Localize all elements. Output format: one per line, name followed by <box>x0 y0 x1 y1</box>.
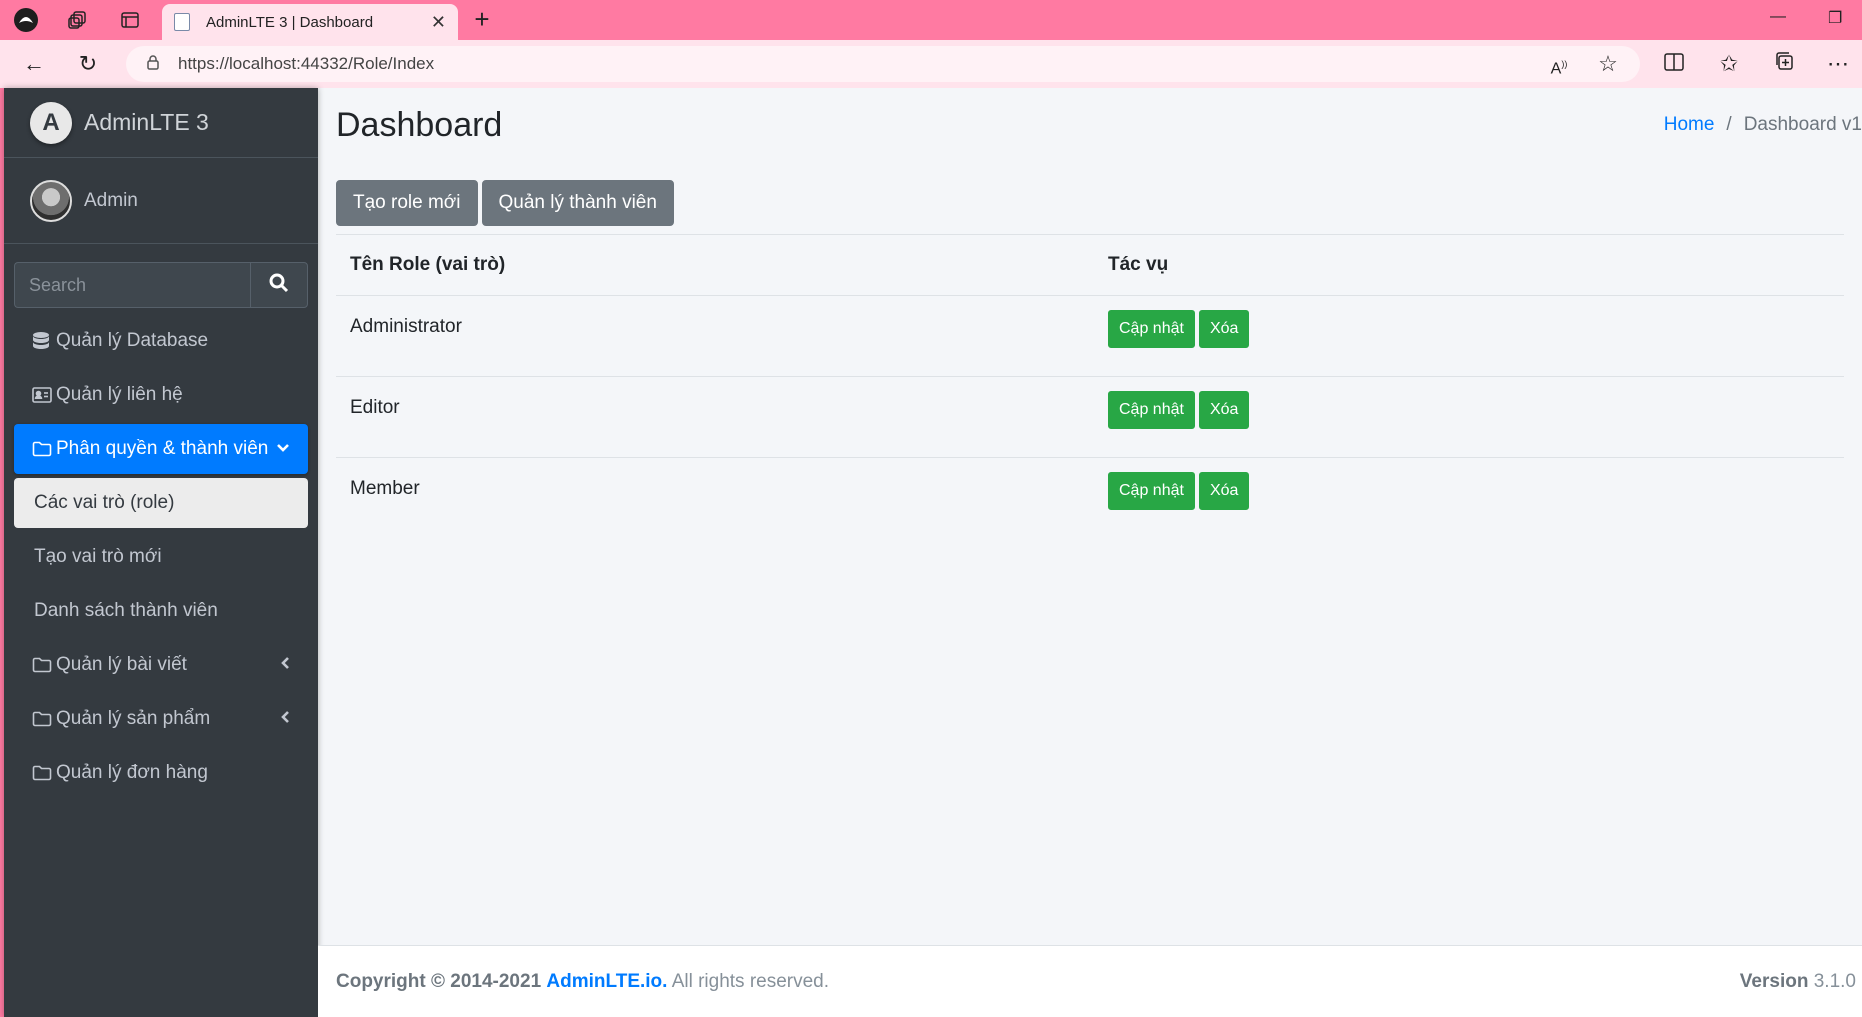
url-field[interactable]: https://localhost:44332/Role/Index <box>126 46 1640 82</box>
manage-members-button[interactable]: Quản lý thành viên <box>481 180 674 226</box>
user-name[interactable]: Admin <box>84 190 138 212</box>
version-label: Version <box>1739 970 1809 992</box>
roles-table: Tên Role (vai trò) Tác vụ Administrator … <box>336 234 1844 538</box>
row-actions: Cập nhật Xóa <box>1108 458 1844 538</box>
app-window: A AdminLTE 3 Admin Quản lý Database <box>4 88 1862 1017</box>
sidebar-item-permissions[interactable]: Phân quyền & thành viên <box>14 424 308 474</box>
new-role-button[interactable]: Tạo role mới <box>336 180 478 226</box>
content-wrapper: Dashboard Home / Dashboard v1 Tạo role mới… <box>318 88 1862 1017</box>
browser-tab-bar: AdminLTE 3 | Dashboard ✕ + — ❐ <box>0 0 1862 40</box>
chevron-down-icon <box>276 440 290 458</box>
table-row: Editor Cập nhật Xóa <box>336 376 1844 457</box>
row-actions: Cập nhật Xóa <box>1108 296 1844 376</box>
read-aloud-icon[interactable]: A)) <box>1543 48 1575 80</box>
delete-button[interactable]: Xóa <box>1198 391 1250 429</box>
address-card-icon <box>32 387 54 403</box>
role-name: Administrator <box>350 316 462 337</box>
sidebar-item-roles[interactable]: Các vai trò (role) <box>14 478 308 528</box>
update-button[interactable]: Cập nhật <box>1108 472 1195 510</box>
split-screen-icon[interactable] <box>1658 48 1690 80</box>
update-button[interactable]: Cập nhật <box>1108 310 1195 348</box>
action-buttons: Tạo role mới Quản lý thành viên <box>336 180 674 226</box>
sidebar-item-label: Quản lý đơn hàng <box>56 762 208 783</box>
folder-icon <box>32 657 54 673</box>
breadcrumb-separator: / <box>1726 114 1732 135</box>
search-icon <box>269 273 289 298</box>
adminlte-link[interactable]: AdminLTE.io. <box>546 971 667 992</box>
role-name: Member <box>350 478 420 499</box>
breadcrumb-current: Dashboard v1 <box>1743 114 1862 135</box>
favorites-icon[interactable]: ✩ <box>1713 48 1745 80</box>
favorite-star-icon[interactable]: ☆ <box>1592 48 1624 80</box>
sidebar-item-label: Phân quyền & thành viên <box>56 438 269 459</box>
main-sidebar: A AdminLTE 3 Admin Quản lý Database <box>4 88 318 1017</box>
chevron-left-icon <box>280 710 290 729</box>
more-menu-icon[interactable]: ⋯ <box>1822 48 1854 80</box>
role-name: Editor <box>350 397 400 418</box>
tab-close-icon[interactable]: ✕ <box>431 12 446 33</box>
url-text: https://localhost:44332/Role/Index <box>178 54 435 73</box>
workspaces-icon[interactable] <box>64 6 92 34</box>
brand-text: AdminLTE 3 <box>84 109 209 135</box>
page-title: Dashboard <box>336 106 503 144</box>
delete-button[interactable]: Xóa <box>1198 310 1250 348</box>
version-number: 3.1.0 <box>1813 970 1856 992</box>
back-icon[interactable]: ← <box>18 48 50 80</box>
sidebar-item-label: Tạo vai trò mới <box>34 546 162 567</box>
collections-icon[interactable] <box>1768 48 1800 80</box>
page-favicon-icon <box>174 13 190 31</box>
sidebar-item-database[interactable]: Quản lý Database <box>14 316 308 366</box>
database-icon <box>32 331 54 351</box>
main-footer: Copyright © 2014-2021 AdminLTE.io. All r… <box>318 945 1862 1017</box>
sidebar-item-members[interactable]: Danh sách thành viên <box>14 586 308 636</box>
footer-copyright: Copyright © 2014-2021 AdminLTE.io. All r… <box>336 971 829 993</box>
row-actions: Cập nhật Xóa <box>1108 377 1844 457</box>
footer-version: Version 3.1.0 <box>1740 971 1856 993</box>
avatar <box>30 179 72 222</box>
breadcrumb-home-link[interactable]: Home <box>1664 114 1715 135</box>
sidebar-item-label: Các vai trò (role) <box>34 492 175 513</box>
tab-title: AdminLTE 3 | Dashboard <box>206 13 374 31</box>
table-row: Administrator Cập nhật Xóa <box>336 295 1844 376</box>
new-tab-icon[interactable]: + <box>468 6 496 34</box>
sidebar-item-label: Quản lý bài viết <box>56 654 187 675</box>
sidebar-item-new-role[interactable]: Tạo vai trò mới <box>14 532 308 582</box>
sidebar-item-label: Quản lý sản phẩm <box>56 708 211 729</box>
sidebar-nav: Quản lý Database Quản lý liên hệ Phân qu… <box>14 316 308 802</box>
sidebar-item-orders[interactable]: Quản lý đơn hàng <box>14 748 308 798</box>
lock-icon <box>146 54 160 74</box>
folder-icon <box>32 711 54 727</box>
delete-button[interactable]: Xóa <box>1198 472 1250 510</box>
user-panel[interactable]: Admin <box>4 158 318 244</box>
search-input[interactable] <box>14 262 250 308</box>
sidebar-item-label: Quản lý liên hệ <box>56 384 183 405</box>
browser-address-bar: ← ↻ https://localhost:44332/Role/Index A… <box>0 40 1862 88</box>
sidebar-item-products[interactable]: Quản lý sản phẩm <box>14 694 308 744</box>
adminlte-logo-icon: A <box>30 101 72 144</box>
browser-tab-active[interactable]: AdminLTE 3 | Dashboard ✕ <box>162 4 458 40</box>
search-button[interactable] <box>250 262 308 308</box>
minimize-icon[interactable]: — <box>1770 8 1786 26</box>
rights-text: All rights reserved. <box>671 970 830 992</box>
table-row: Member Cập nhật Xóa <box>336 457 1844 538</box>
refresh-icon[interactable]: ↻ <box>72 48 104 80</box>
restore-icon[interactable]: ❐ <box>1828 8 1842 28</box>
copyright-text: Copyright © 2014-2021 <box>336 970 542 992</box>
profile-icon[interactable] <box>12 6 40 34</box>
sidebar-search <box>14 262 308 308</box>
sidebar-item-contacts[interactable]: Quản lý liên hệ <box>14 370 308 420</box>
folder-icon <box>32 441 54 457</box>
sidebar-item-label: Danh sách thành viên <box>34 600 218 621</box>
folder-icon <box>32 765 54 781</box>
brand-link[interactable]: A AdminLTE 3 <box>4 88 318 158</box>
column-header-name: Tên Role (vai trò) <box>350 254 506 275</box>
breadcrumb: Home / Dashboard v1 <box>1664 114 1862 136</box>
update-button[interactable]: Cập nhật <box>1108 391 1195 429</box>
vertical-tabs-icon[interactable] <box>116 6 144 34</box>
chevron-left-icon <box>280 656 290 675</box>
sidebar-item-label: Quản lý Database <box>56 330 209 351</box>
column-header-actions: Tác vụ <box>1108 254 1169 275</box>
table-header-row: Tên Role (vai trò) Tác vụ <box>336 234 1844 295</box>
sidebar-item-posts[interactable]: Quản lý bài viết <box>14 640 308 690</box>
